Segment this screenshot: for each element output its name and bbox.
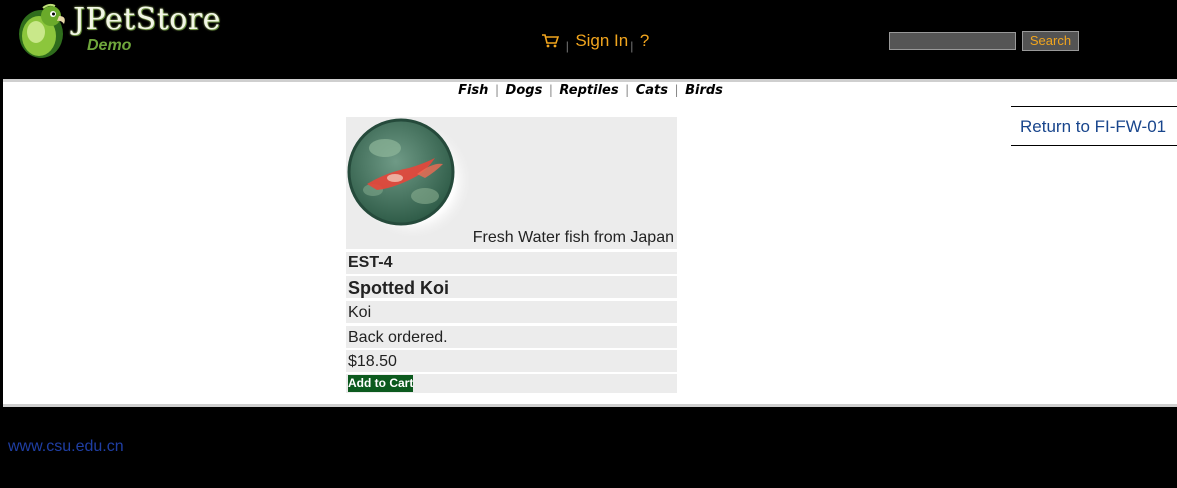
nav-separator: | [494, 83, 500, 97]
header: JPetStore Demo | Sign In | ? Search [3, 0, 1177, 79]
nav-dogs-link[interactable]: Dogs [506, 83, 543, 98]
nav-reptiles-link[interactable]: Reptiles [559, 83, 618, 98]
search-button[interactable]: Search [1022, 31, 1079, 51]
product-name-row: Koi [346, 301, 677, 323]
header-menu: | Sign In | ? [541, 31, 649, 53]
page: JPetStore Demo | Sign In | ? Search Fish … [0, 0, 1177, 488]
category-nav: Fish | Dogs | Reptiles | Cats | Birds [0, 83, 1177, 98]
item-name-row: Spotted Koi [346, 276, 677, 298]
add-to-cart-button[interactable]: Add to Cart [348, 375, 413, 392]
nav-birds-link[interactable]: Birds [685, 83, 723, 98]
parrot-logo-icon[interactable] [13, 2, 69, 60]
header-divider [3, 79, 1177, 82]
cart-link[interactable] [541, 31, 564, 50]
menu-separator: | [565, 39, 569, 53]
product-description: Fresh Water fish from Japan [472, 229, 674, 246]
item-name: Spotted Koi [348, 278, 449, 298]
nav-separator: | [674, 83, 679, 97]
nav-fish-link[interactable]: Fish [458, 83, 488, 98]
add-to-cart-row: Add to Cart [346, 374, 677, 393]
footer: www.csu.edu.cn [3, 407, 1177, 488]
logo-subtitle: Demo [87, 37, 132, 54]
nav-separator: | [548, 83, 553, 97]
sign-in-link[interactable]: Sign In [575, 31, 628, 50]
logo-title: JPetStore [73, 2, 221, 37]
return-link-box: Return to FI-FW-01 [1011, 106, 1177, 146]
item-id-row: EST-4 [346, 252, 677, 274]
item-price: $18.50 [348, 353, 397, 370]
help-link[interactable]: ? [640, 31, 649, 50]
product-name: Koi [348, 304, 372, 321]
nav-separator: | [625, 83, 630, 97]
search-input[interactable] [889, 32, 1016, 50]
stock-status: Back ordered. [348, 329, 448, 346]
nav-cats-link[interactable]: Cats [636, 83, 668, 98]
price-row: $18.50 [346, 350, 677, 372]
menu-separator: | [630, 39, 634, 53]
return-link[interactable]: Return to FI-FW-01 [1020, 117, 1166, 137]
stock-row: Back ordered. [346, 326, 677, 348]
koi-fish-image [347, 118, 473, 240]
product-image-row: Fresh Water fish from Japan [346, 117, 677, 249]
footer-link[interactable]: www.csu.edu.cn [8, 438, 124, 456]
shopping-cart-icon[interactable] [541, 34, 559, 48]
item-id: EST-4 [348, 254, 393, 271]
